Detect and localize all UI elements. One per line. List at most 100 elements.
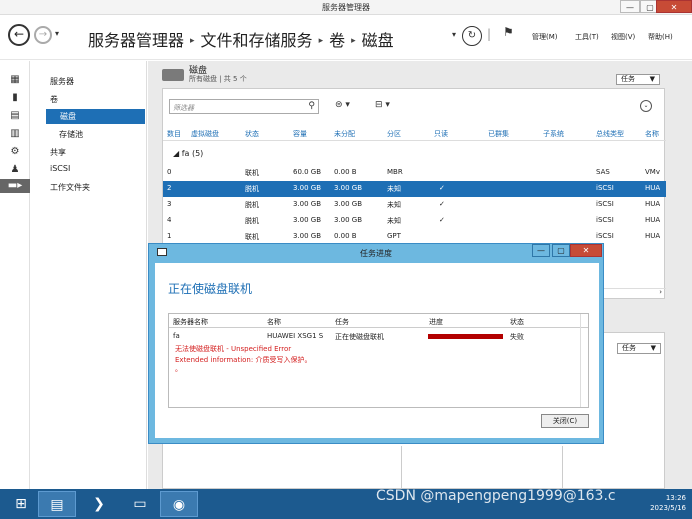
table-cell: 0 bbox=[167, 168, 172, 176]
column-header[interactable]: 数目 bbox=[167, 129, 181, 139]
chevron-down-icon: ▼ bbox=[649, 75, 655, 83]
history-dropdown-icon[interactable]: ▾ bbox=[55, 29, 59, 38]
scroll-right-icon[interactable]: › bbox=[659, 288, 662, 296]
column-header[interactable]: 子系统 bbox=[543, 129, 564, 139]
readonly-check-icon: ✓ bbox=[439, 216, 445, 224]
vertical-scrollbar[interactable] bbox=[580, 314, 588, 407]
table-row[interactable]: 0 联机 60.0 GB 0.00 B MBR SAS VMv bbox=[163, 165, 666, 181]
dialog-maximize-button[interactable]: ▢ bbox=[552, 244, 570, 257]
back-button[interactable]: ← bbox=[8, 24, 30, 46]
table-cell: 3.00 GB bbox=[334, 200, 363, 208]
column-header[interactable]: 虚拟磁盘 bbox=[191, 129, 219, 139]
sidebar-item-iscsi[interactable]: iSCSI bbox=[50, 164, 70, 173]
breadcrumb-separator-icon: ▸ bbox=[351, 36, 356, 46]
system-clock[interactable]: 13:26 2023/5/16 bbox=[650, 493, 686, 513]
column-header[interactable]: 服务器名称 bbox=[173, 317, 208, 327]
task-name: HUAWEI XSG1 S bbox=[267, 332, 324, 340]
tasks-label: 任务 bbox=[621, 75, 635, 83]
breadcrumb-server-manager[interactable]: 服务器管理器 bbox=[88, 31, 184, 50]
refresh-icon[interactable]: ↻ bbox=[462, 26, 482, 46]
tasks-dropdown[interactable]: 任务 ▼ bbox=[616, 74, 660, 85]
dialog-body: 正在使磁盘联机 服务器名称 名称 任务 进度 状态 fa HUAWEI XSG1… bbox=[155, 263, 599, 438]
column-header[interactable]: 名称 bbox=[267, 317, 281, 327]
sidebar-item-storage-pools[interactable]: 存储池 bbox=[59, 129, 83, 140]
error-message: 无法使磁盘联机 - Unspecified Error bbox=[175, 345, 292, 353]
flag-icon[interactable]: ⚑ bbox=[503, 25, 514, 39]
dialog-close-button[interactable]: ✕ bbox=[570, 244, 602, 257]
disk-icon bbox=[162, 69, 184, 81]
column-header[interactable]: 分区 bbox=[387, 129, 401, 139]
sidebar-item-work-folders[interactable]: 工作文件夹 bbox=[50, 182, 90, 193]
close-button[interactable]: ✕ bbox=[656, 0, 692, 13]
sidebar-item-disks[interactable]: 磁盘 bbox=[46, 109, 145, 124]
menu-help[interactable]: 帮助(H) bbox=[648, 32, 673, 42]
table-cell: HUA bbox=[645, 200, 661, 208]
table-cell: HUA bbox=[645, 216, 661, 224]
error-trailer: 。 bbox=[175, 365, 182, 373]
table-cell: 1 bbox=[167, 232, 172, 240]
sidebar-item-shares[interactable]: 共享 bbox=[50, 147, 66, 158]
sidebar-item-servers[interactable]: 服务器 bbox=[50, 76, 74, 87]
divider: | bbox=[487, 27, 492, 41]
column-header[interactable]: 任务 bbox=[335, 317, 349, 327]
network-icon[interactable]: ◉ bbox=[160, 491, 198, 517]
filter-input[interactable]: 筛选器 ⚲ bbox=[169, 99, 319, 114]
table-row[interactable]: 4 脱机 3.00 GB 3.00 GB 未知 ✓ iSCSI HUA bbox=[163, 213, 666, 229]
forward-button[interactable]: → bbox=[34, 26, 52, 44]
table-cell: 未知 bbox=[387, 201, 401, 209]
column-header[interactable]: 名称 bbox=[645, 129, 659, 139]
menu-tools[interactable]: 工具(T) bbox=[575, 32, 599, 42]
powershell-icon[interactable]: ❯ bbox=[80, 491, 118, 517]
table-cell: MBR bbox=[387, 168, 403, 176]
table-row[interactable]: 3 脱机 3.00 GB 3.00 GB 未知 ✓ iSCSI HUA bbox=[163, 197, 666, 213]
save-query-button[interactable]: ⊟ ▾ bbox=[375, 100, 390, 110]
iis-icon[interactable]: ♟ bbox=[8, 163, 22, 177]
search-icon[interactable]: ⚲ bbox=[308, 101, 315, 111]
column-header[interactable]: 总线类型 bbox=[596, 129, 624, 139]
group-header[interactable]: ◢ fa (5) bbox=[173, 149, 203, 158]
column-header[interactable]: 容量 bbox=[293, 129, 307, 139]
readonly-check-icon: ✓ bbox=[439, 200, 445, 208]
column-header[interactable]: 已群集 bbox=[488, 129, 509, 139]
breadcrumb-file-storage[interactable]: 文件和存储服务 bbox=[201, 31, 313, 50]
file-storage-icon[interactable]: ▬▸ bbox=[0, 179, 30, 193]
tasks-dropdown-secondary[interactable]: 任务 ▼ bbox=[617, 343, 661, 354]
breadcrumb: 服务器管理器 ▸ 文件和存储服务 ▸ 卷 ▸ 磁盘 bbox=[88, 27, 394, 51]
table-cell: 3.00 GB bbox=[293, 232, 322, 240]
file-explorer-icon[interactable]: ▭ bbox=[121, 491, 159, 517]
column-header[interactable]: 只读 bbox=[434, 129, 448, 139]
start-icon[interactable]: ⊞ bbox=[2, 491, 40, 517]
clock-date: 2023/5/16 bbox=[650, 504, 686, 512]
menu-manage[interactable]: 管理(M) bbox=[532, 32, 558, 42]
window-titlebar: 服务器管理器 — ▢ ✕ bbox=[0, 0, 692, 15]
breadcrumb-volumes[interactable]: 卷 bbox=[329, 31, 345, 50]
filter-placeholder: 筛选器 bbox=[173, 104, 194, 112]
dropdown-icon[interactable]: ▾ bbox=[452, 30, 456, 39]
table-cell: iSCSI bbox=[596, 200, 614, 208]
table-cell: iSCSI bbox=[596, 232, 614, 240]
menu-view[interactable]: 视图(V) bbox=[611, 32, 635, 42]
dashboard-icon[interactable]: ▦ bbox=[8, 73, 22, 87]
dialog-minimize-button[interactable]: — bbox=[532, 244, 550, 257]
table-row[interactable]: 2 脱机 3.00 GB 3.00 GB 未知 ✓ iSCSI HUA bbox=[163, 181, 666, 197]
table-cell: 3 bbox=[167, 200, 172, 208]
minimize-button[interactable]: — bbox=[620, 0, 640, 13]
dialog-close-action-button[interactable]: 关闭(C) bbox=[541, 414, 589, 428]
task-task: 正在使磁盘联机 bbox=[335, 333, 384, 341]
column-header[interactable]: 状态 bbox=[245, 129, 259, 139]
table-cell: 4 bbox=[167, 216, 172, 224]
ad-ds-icon[interactable]: ▥ bbox=[8, 127, 22, 141]
column-header[interactable]: 未分配 bbox=[334, 129, 355, 139]
breadcrumb-separator-icon: ▸ bbox=[318, 36, 324, 46]
list-options-button[interactable]: ⊜ ▾ bbox=[335, 100, 350, 110]
dns-icon[interactable]: ⚙ bbox=[8, 145, 22, 159]
column-header[interactable]: 进度 bbox=[429, 317, 443, 327]
all-servers-icon[interactable]: ▤ bbox=[8, 109, 22, 123]
server-manager-taskbar-icon[interactable]: ▤ bbox=[38, 491, 76, 517]
table-cell: 0.00 B bbox=[334, 232, 357, 240]
column-header[interactable]: 状态 bbox=[510, 317, 524, 327]
sidebar-item-volumes[interactable]: 卷 bbox=[50, 94, 58, 105]
local-server-icon[interactable]: ▮ bbox=[8, 91, 22, 105]
expand-icon[interactable]: ⌄ bbox=[640, 100, 652, 112]
table-cell: HUA bbox=[645, 232, 661, 240]
